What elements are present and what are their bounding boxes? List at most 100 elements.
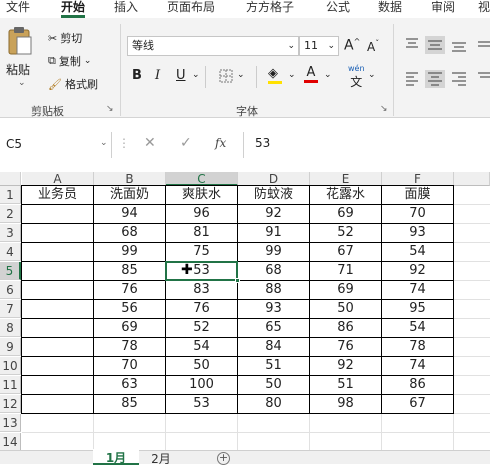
table-cell[interactable]: 84 <box>238 338 309 356</box>
row-header-13[interactable]: 13 <box>0 414 21 432</box>
insert-function-button[interactable]: fx <box>215 136 226 150</box>
fill-color-dropdown-icon[interactable]: ⌄ <box>288 70 296 80</box>
table-cell[interactable] <box>22 395 93 413</box>
table-cell[interactable]: 98 <box>310 395 381 413</box>
paste-dropdown-icon[interactable]: ⌄ <box>6 78 42 88</box>
row-header-12[interactable]: 12 <box>0 395 21 413</box>
table-cell[interactable]: 94 <box>94 205 165 223</box>
table-cell[interactable]: 78 <box>382 338 453 356</box>
clipboard-launcher-icon[interactable]: ↘ <box>106 104 114 114</box>
table-cell[interactable]: 54 <box>382 319 453 337</box>
column-header-f[interactable]: F <box>382 172 454 186</box>
table-cell[interactable]: 71 <box>310 262 381 280</box>
tab-review[interactable]: 审阅 <box>431 0 455 14</box>
chevron-down-icon[interactable]: ⌄ <box>100 138 108 148</box>
row-header-14[interactable]: 14 <box>0 433 21 451</box>
row-header-9[interactable]: 9 <box>0 338 21 356</box>
paste-button[interactable]: 粘贴 ⌄ <box>6 26 42 92</box>
table-cell[interactable] <box>22 205 93 223</box>
table-cell[interactable]: 54 <box>166 338 237 356</box>
table-cell[interactable] <box>22 300 93 318</box>
horizontal-alignment-buttons[interactable] <box>404 70 490 88</box>
table-cell[interactable]: 88 <box>238 281 309 299</box>
table-cell[interactable]: 52 <box>310 224 381 242</box>
border-icon[interactable] <box>219 69 233 83</box>
tab-data[interactable]: 数据 <box>378 0 402 14</box>
table-cell[interactable]: 70 <box>94 357 165 375</box>
column-header-e[interactable]: E <box>310 172 382 186</box>
table-cell[interactable]: 85 <box>94 395 165 413</box>
table-cell[interactable]: 91 <box>238 224 309 242</box>
copy-button[interactable]: ⧉ 复制 ⌄ <box>48 53 91 69</box>
table-cell[interactable]: 70 <box>382 205 453 223</box>
table-cell[interactable]: 74 <box>382 281 453 299</box>
table-cell[interactable] <box>22 338 93 356</box>
table-cell[interactable] <box>22 357 93 375</box>
table-cell[interactable]: 86 <box>382 376 453 394</box>
table-cell[interactable]: 93 <box>238 300 309 318</box>
table-cell[interactable]: 96 <box>166 205 237 223</box>
copy-dropdown-icon[interactable]: ⌄ <box>84 56 92 66</box>
border-dropdown-icon[interactable]: ⌄ <box>237 70 245 80</box>
sheet-tab-1[interactable]: 1月 <box>93 449 139 465</box>
font-name-select[interactable]: 等线 ⌄ <box>127 36 299 56</box>
select-all-corner[interactable] <box>0 172 21 186</box>
cancel-icon[interactable]: ✕ <box>144 135 156 151</box>
font-color-button[interactable]: A <box>304 65 318 83</box>
worksheet-grid[interactable]: A B C D E F 1 2 3 4 5 6 7 8 9 10 11 12 13 14 业务员 洗面奶 爽肤水 防蚊液 花露水… <box>0 172 490 464</box>
table-cell[interactable]: 68 <box>238 262 309 280</box>
table-cell[interactable]: 76 <box>166 300 237 318</box>
table-cell[interactable]: 50 <box>166 357 237 375</box>
phonetic-dropdown-icon[interactable]: ⌄ <box>368 70 376 80</box>
table-cell[interactable]: 69 <box>94 319 165 337</box>
font-size-select[interactable]: 11 ⌄ <box>299 36 339 56</box>
tab-insert[interactable]: 插入 <box>114 0 138 14</box>
table-cell[interactable]: 76 <box>94 281 165 299</box>
add-sheet-icon[interactable]: + <box>217 452 230 465</box>
table-cell[interactable]: 68 <box>94 224 165 242</box>
table-cell[interactable]: 92 <box>238 205 309 223</box>
table-cell[interactable]: 86 <box>310 319 381 337</box>
format-painter-button[interactable]: 🖌 格式刷 <box>48 76 98 92</box>
tab-page-layout[interactable]: 页面布局 <box>167 0 215 14</box>
table-cell[interactable]: 93 <box>382 224 453 242</box>
row-header-2[interactable]: 2 <box>0 205 21 223</box>
row-header-10[interactable]: 10 <box>0 357 21 375</box>
row-header-6[interactable]: 6 <box>0 281 21 299</box>
column-header-a[interactable]: A <box>22 172 94 186</box>
table-cell[interactable]: 69 <box>310 205 381 223</box>
table-cell[interactable]: 54 <box>382 243 453 261</box>
name-box[interactable]: C5 ⌄ <box>0 132 112 158</box>
row-header-4[interactable]: 4 <box>0 243 21 261</box>
table-cell[interactable] <box>22 243 93 261</box>
tab-home[interactable]: 开始 <box>61 0 86 18</box>
table-cell[interactable]: 100 <box>166 376 237 394</box>
table-cell[interactable]: 56 <box>94 300 165 318</box>
italic-button[interactable]: I <box>155 68 160 83</box>
table-cell[interactable]: 83 <box>166 281 237 299</box>
table-cell[interactable]: 80 <box>238 395 309 413</box>
row-header-1[interactable]: 1 <box>0 186 21 204</box>
underline-dropdown-icon[interactable]: ⌄ <box>192 70 200 80</box>
shrink-font-button[interactable]: Aˇ <box>367 39 379 54</box>
table-cell[interactable]: 78 <box>94 338 165 356</box>
underline-button[interactable]: U <box>176 68 186 83</box>
row-header-8[interactable]: 8 <box>0 319 21 337</box>
table-cell[interactable] <box>22 262 93 280</box>
table-cell[interactable]: 95 <box>382 300 453 318</box>
table-cell[interactable]: 63 <box>94 376 165 394</box>
table-cell[interactable]: 65 <box>238 319 309 337</box>
table-cell[interactable]: 67 <box>382 395 453 413</box>
vertical-alignment-buttons[interactable] <box>404 36 490 56</box>
font-launcher-icon[interactable]: ↘ <box>380 104 388 114</box>
table-cell[interactable]: 99 <box>238 243 309 261</box>
table-cell[interactable] <box>22 281 93 299</box>
row-header-11[interactable]: 11 <box>0 376 21 394</box>
tab-file[interactable]: 文件 <box>6 0 30 14</box>
bold-button[interactable]: B <box>132 68 142 83</box>
table-cell[interactable]: 51 <box>310 376 381 394</box>
column-header-d[interactable]: D <box>238 172 310 186</box>
table-cell[interactable] <box>22 376 93 394</box>
table-cell[interactable]: 81 <box>166 224 237 242</box>
row-header-7[interactable]: 7 <box>0 300 21 318</box>
